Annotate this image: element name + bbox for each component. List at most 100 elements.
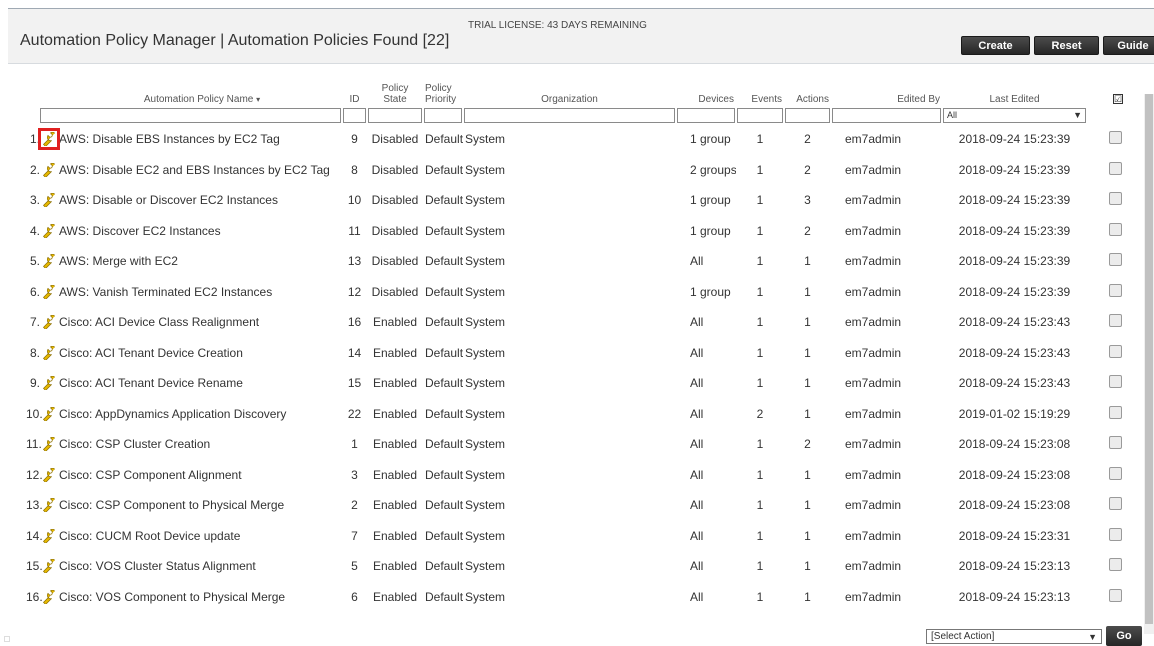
row-checkbox[interactable] [1109, 466, 1122, 480]
policy-devices: 1 group [690, 223, 731, 238]
row-checkbox[interactable] [1109, 405, 1122, 419]
create-button[interactable]: Create [961, 36, 1030, 55]
policy-state: Enabled [372, 437, 418, 452]
vertical-scrollbar[interactable] [1144, 94, 1154, 634]
row-checkbox[interactable] [1109, 527, 1122, 541]
policy-state: Enabled [372, 345, 418, 360]
reset-button[interactable]: Reset [1034, 36, 1099, 55]
wrench-icon[interactable] [42, 254, 56, 269]
col-header-devices[interactable]: Devices [698, 94, 734, 105]
table-row: 5. AWS: Merge with EC2 13 Disabled Default Sy… [24, 246, 1154, 277]
table-row: 7. Cisco: ACI Device Class Realignment 16 E… [24, 307, 1154, 338]
wrench-icon[interactable] [38, 128, 60, 151]
row-number: 12. [26, 467, 43, 482]
row-checkbox[interactable] [1109, 344, 1122, 358]
row-checkbox[interactable] [1109, 558, 1122, 572]
row-number: 5. [29, 254, 40, 269]
row-checkbox[interactable] [1109, 283, 1122, 297]
row-checkbox[interactable] [1109, 588, 1122, 602]
wrench-icon[interactable] [42, 589, 56, 604]
policy-priority: Default [425, 162, 463, 177]
col-header-state-line2: State [383, 94, 407, 105]
row-number: 4. [29, 223, 40, 238]
wrench-icon[interactable] [42, 284, 56, 299]
row-number: 6. [29, 284, 40, 299]
filter-name-input[interactable] [40, 108, 341, 123]
scrollbar-thumb[interactable] [1145, 94, 1153, 624]
policy-last-edited: 2018-09-24 15:23:08 [958, 467, 1071, 482]
row-checkbox[interactable] [1109, 161, 1122, 175]
filter-edited-by-input[interactable] [832, 108, 941, 123]
policy-priority: Default [425, 132, 463, 147]
go-button[interactable]: Go [1106, 626, 1142, 646]
filter-devices-input[interactable] [677, 108, 735, 123]
row-checkbox[interactable] [1109, 497, 1122, 511]
filter-events-input[interactable] [737, 108, 783, 123]
row-checkbox[interactable] [1109, 375, 1122, 389]
row-number: 10. [26, 406, 43, 421]
policy-id: 13 [347, 254, 362, 269]
row-checkbox[interactable] [1109, 131, 1122, 145]
policy-state: Enabled [372, 498, 418, 513]
policy-organization: System [465, 223, 506, 238]
col-header-events[interactable]: Events [751, 94, 782, 105]
policy-name: Cisco: ACI Tenant Device Creation [59, 345, 243, 360]
policy-actions: 2 [804, 437, 811, 452]
policy-actions: 1 [804, 528, 811, 543]
policy-actions: 1 [804, 284, 811, 299]
filter-actions-input[interactable] [785, 108, 830, 123]
policy-name: Cisco: CSP Cluster Creation [59, 437, 211, 452]
filter-id-input[interactable] [343, 108, 366, 123]
row-checkbox[interactable] [1109, 222, 1122, 236]
policy-devices: All [690, 528, 704, 543]
policy-edited-by: em7admin [845, 528, 902, 543]
policy-id: 11 [348, 223, 361, 238]
policy-devices: All [690, 559, 704, 574]
policy-organization: System [465, 345, 506, 360]
wrench-icon[interactable] [42, 162, 56, 177]
policy-actions: 1 [804, 345, 811, 360]
wrench-icon[interactable] [42, 345, 56, 360]
col-header-last-edited[interactable]: Last Edited [989, 94, 1039, 105]
row-checkbox[interactable] [1109, 314, 1122, 328]
table-row: 12. Cisco: CSP Component Alignment 3 Enable… [24, 460, 1154, 491]
filter-organization-input[interactable] [464, 108, 675, 123]
select-all-checkbox[interactable]: ☑ [1113, 94, 1123, 104]
col-header-state-line1: Policy [381, 83, 409, 94]
policy-devices: All [690, 406, 704, 421]
policy-events: 1 [756, 315, 764, 330]
filter-priority-input[interactable] [424, 108, 462, 123]
wrench-icon[interactable] [42, 406, 56, 421]
col-header-priority[interactable]: Policy Priority [425, 83, 456, 105]
row-checkbox[interactable] [1109, 192, 1122, 206]
filter-last-edited-select[interactable]: All ▼ [943, 107, 1086, 123]
policy-organization: System [465, 498, 506, 513]
policy-actions: 2 [804, 132, 811, 147]
row-number: 13. [26, 498, 43, 513]
table-row: 9. Cisco: ACI Tenant Device Rename 15 Enabl… [24, 368, 1154, 399]
row-checkbox[interactable] [1109, 436, 1122, 450]
wrench-icon[interactable] [42, 315, 56, 330]
wrench-icon[interactable] [42, 498, 56, 513]
col-header-id[interactable]: ID [350, 94, 360, 105]
col-header-organization[interactable]: Organization [541, 94, 598, 105]
wrench-icon[interactable] [42, 559, 56, 574]
policy-state: Disabled [371, 193, 419, 208]
guide-button[interactable]: Guide [1103, 36, 1154, 55]
row-checkbox[interactable] [1109, 253, 1122, 267]
wrench-icon[interactable] [42, 528, 56, 543]
wrench-icon[interactable] [42, 223, 56, 238]
policy-last-edited: 2018-09-24 15:23:08 [958, 498, 1071, 513]
policy-priority: Default [425, 498, 463, 513]
col-header-actions[interactable]: Actions [796, 94, 829, 105]
col-header-state[interactable]: Policy State [382, 83, 409, 105]
wrench-icon[interactable] [42, 193, 56, 208]
wrench-icon[interactable] [42, 437, 56, 452]
wrench-icon[interactable] [42, 376, 56, 391]
policy-events: 1 [756, 162, 764, 177]
select-action-dropdown[interactable]: [Select Action] ▼ [926, 629, 1102, 644]
filter-state-input[interactable] [368, 108, 422, 123]
wrench-icon[interactable] [42, 467, 56, 482]
col-header-edited-by[interactable]: Edited By [897, 94, 940, 105]
col-header-name[interactable]: Automation Policy Name ▾ [144, 94, 260, 105]
